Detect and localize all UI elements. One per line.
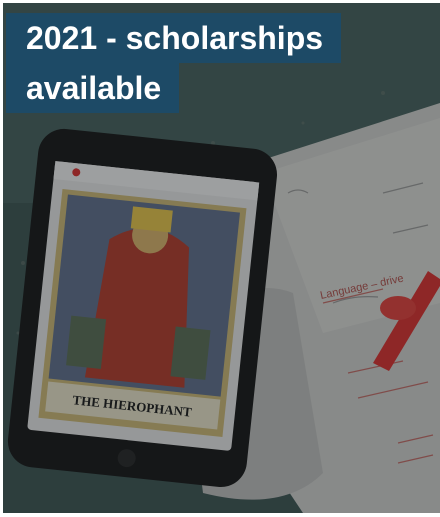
scholarship-card[interactable]: Language – drive THE HIEROPHANT 2021 - s…	[3, 3, 440, 513]
card-title-line-2[interactable]: available	[6, 63, 180, 113]
card-title[interactable]: 2021 - scholarships available	[6, 13, 342, 113]
card-title-line-1[interactable]: 2021 - scholarships	[6, 13, 342, 63]
